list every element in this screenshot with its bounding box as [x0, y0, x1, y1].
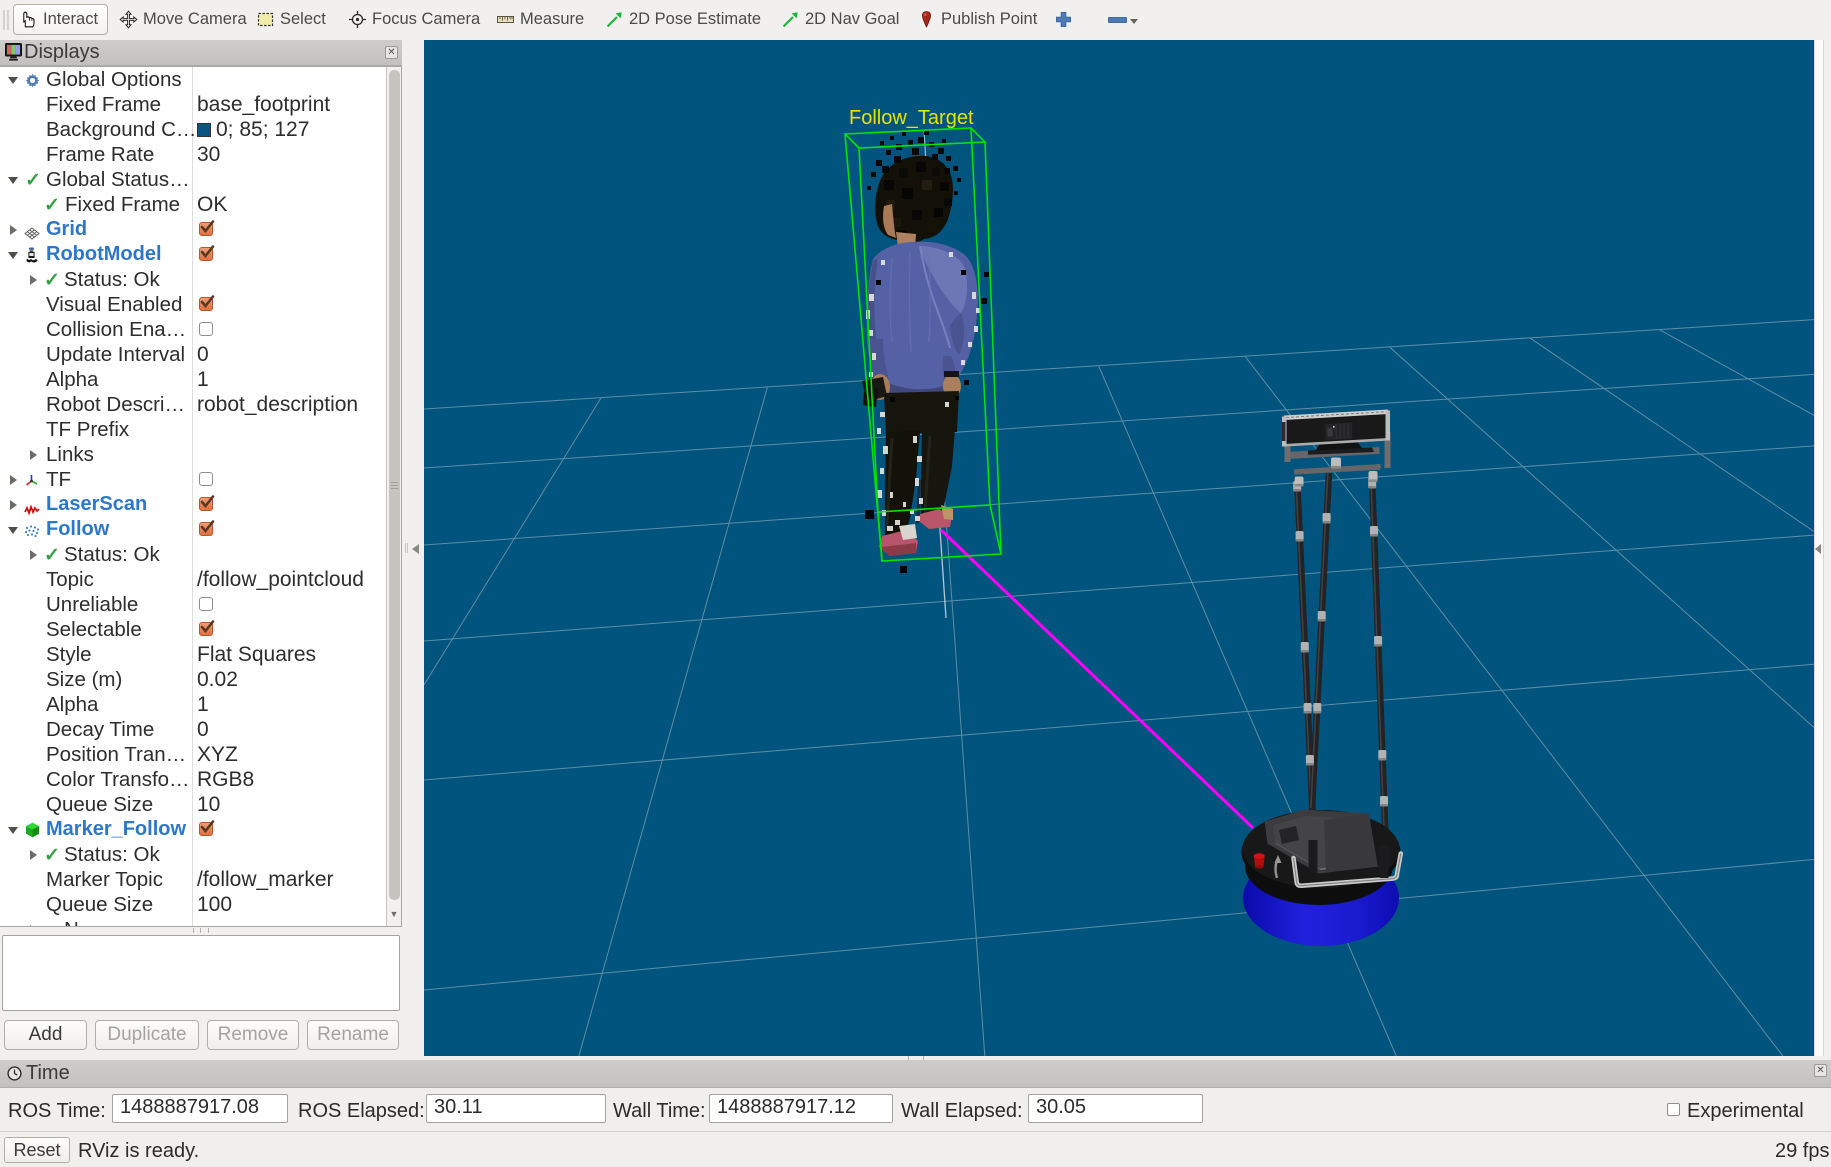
svg-text:Follow_Target: Follow_Target	[849, 107, 974, 129]
